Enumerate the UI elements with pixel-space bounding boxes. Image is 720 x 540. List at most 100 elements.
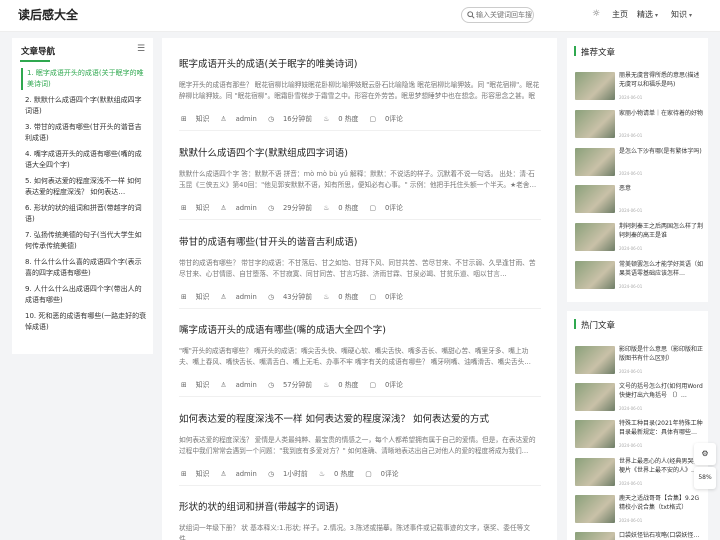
hot-item-title[interactable]: 世界上最恶心的人(经典男哭哭梗片《世界上最不安的人》… [619,457,703,475]
article-thumbnail[interactable] [575,110,615,138]
article-category[interactable]: 知识 [196,381,210,389]
recommended-item-date: 2024-06-01 [619,171,643,176]
article-thumbnail[interactable] [575,346,615,374]
article-author[interactable]: admin [236,293,257,301]
hot-item[interactable]: 文号的括号怎么打(如何用Word快捷打出六角括号 〔〕… 2024-06-01 [575,381,703,415]
article-time: 43分钟前 [282,293,313,301]
article-category[interactable]: 知识 [196,204,210,212]
article-thumbnail[interactable] [575,261,615,289]
article-divider [179,485,541,486]
nav-knowledge[interactable]: 知识 ▾ [671,9,692,20]
user-icon: ♙ [220,204,227,212]
settings-button[interactable]: ⚙ [694,443,716,465]
comment-icon: ▢ [369,115,376,123]
article-title[interactable]: 带甘的成语有哪些(甘开头的谐音吉利成语) [179,236,541,249]
category-icon: ⊞ [181,204,187,212]
toc-item[interactable]: 5. 如何表达爱的程度深浅不一样 如何表达爱的程度深浅？ 如何表达… [25,176,147,198]
comment-icon: ▢ [369,293,376,301]
site-logo[interactable]: 读后感大全 [18,6,78,23]
recommended-item-title[interactable]: 常美顿罢怎么才能学好英语（如果英语零基础应该怎样… [619,260,703,278]
article-title[interactable]: 嘴字成语开头的成语有哪些(嘴的成语大全四个字) [179,324,541,337]
hot-item-date: 2024-06-01 [619,481,643,486]
hot-item[interactable]: 世界上最恶心的人(经典男哭哭梗片《世界上最不安的人》… 2024-06-01 [575,456,700,490]
article-thumbnail[interactable] [575,383,615,411]
flame-icon: ♨ [323,204,330,212]
article-author[interactable]: admin [236,470,257,478]
hot-item[interactable]: 特殊工种目录(2021年特殊工种目录最新规定：具体有哪些… 2024-06-01 [575,418,703,452]
article-comments[interactable]: 0评论 [385,381,403,389]
toc-item[interactable]: 9. 人什么什么出成语四个字(带出人的成语有哪些) [25,284,147,306]
scroll-progress-button[interactable]: 58% [694,467,716,489]
recommended-item-title[interactable]: 丽景无虞音得所悉的意思(描述无虞可以和福乐是吗) [619,71,703,89]
article-excerpt: 如何表达爱的程度深浅？ 爱情是人类最纯粹、最宝贵的情感之一，每个人都希望拥有属于… [179,436,536,455]
nav-featured[interactable]: 精选 ▾ [637,9,658,20]
recommended-item-title[interactable]: 是怎么下沙有哪(是有繁体字吗) [619,147,703,156]
flame-icon: ♨ [323,115,330,123]
nav-home[interactable]: 主页 [612,9,628,20]
article-thumbnail[interactable] [575,420,615,448]
article-author[interactable]: admin [236,115,257,123]
article-thumbnail[interactable] [575,458,615,486]
toc-item[interactable]: 4. 嘴字成语开头的成语有哪些(嘴的成语大全四个字) [25,149,147,171]
article-card: 嘴字成语开头的成语有哪些(嘴的成语大全四个字) "嘴"开头的成语有哪些？ 嘴开头… [179,324,541,397]
hot-item[interactable]: 鹿天之适战哥哥【合集】9.2G精校小说合集（txt格式） 2024-06-01 [575,493,700,527]
recommended-item[interactable]: 是怎么下沙有哪(是有繁体字吗) 2024-06-01 [575,146,703,180]
article-excerpt: 带甘的成语有哪些？ 带甘字的成语：不甘落后、甘之如饴、甘拜下风、同甘共苦、苦尽甘… [179,259,536,278]
section-accent-bar [574,46,576,56]
recommended-item[interactable]: 荆轲刺秦王之后两国怎么样了荆轲刺秦的高王是谁 2024-06-01 [575,221,703,255]
theme-sun-icon[interactable]: ☼ [592,9,600,19]
article-title[interactable]: 如何表达爱的程度深浅不一样 如何表达爱的程度深浅？ 如何表达爱的方式 [179,413,541,426]
article-comments[interactable]: 0评论 [385,293,403,301]
hot-item[interactable]: 影印版是什么意思（影印版和正版图书有什么区别） 2024-06-01 [575,344,703,378]
article-thumbnail[interactable] [575,495,615,523]
hot-item-title[interactable]: 特殊工种目录(2021年特殊工种目录最新规定：具体有哪些… [619,419,703,437]
toc-item[interactable]: 6. 形状的状的组词和拼音(带越字的词语) [25,203,147,225]
article-thumbnail[interactable] [575,185,615,213]
search-input[interactable] [476,9,532,21]
article-title[interactable]: 形状的状的组词和拼音(带越字的词语) [179,501,541,514]
toc-item[interactable]: 7. 弘扬传统美德的句子(当代大学生如何传承传统美德) [25,230,147,252]
hot-item-date: 2024-06-01 [619,369,643,374]
recommended-item-title[interactable]: 荆轲刺秦王之后两国怎么样了荆轲刺秦的高王是谁 [619,222,703,240]
hot-item-title[interactable]: 文号的括号怎么打(如何用Word快捷打出六角括号 〔〕… [619,382,703,400]
recommended-panel: 推荐文章 丽景无虞音得所悉的意思(描述无虞可以和福乐是吗) 2024-06-01… [567,38,708,302]
toc-item[interactable]: 1. 眠字成语开头的成语(关于眠字的唯美诗词) [21,68,147,90]
article-title[interactable]: 默默什么成语四个字(默默组成四字词语) [179,147,541,160]
article-comments[interactable]: 0评论 [381,470,399,478]
recommended-item[interactable]: 家丽小物请单｜在家待着的好物 2024-06-01 [575,108,703,142]
article-author[interactable]: admin [236,204,257,212]
toc-item[interactable]: 10. 死和恶的成语有哪些(一路走好的衰悼成语) [25,311,147,333]
article-author[interactable]: admin [236,381,257,389]
recommended-item[interactable]: 恶意 2024-06-01 [575,183,700,217]
article-comments[interactable]: 0评论 [385,115,403,123]
article-card: 带甘的成语有哪些(甘开头的谐音吉利成语) 带甘的成语有哪些？ 带甘字的成语：不甘… [179,236,541,309]
article-meta: ⊞ 知识 ♙ admin ◷ 16分钟前 ♨ 0 热度 ▢ 0评论 [181,113,412,123]
hot-item-title[interactable]: 影印版是什么意思（影印版和正版图书有什么区别） [619,345,703,363]
article-category[interactable]: 知识 [196,470,210,478]
comment-icon: ▢ [369,204,376,212]
article-category[interactable]: 知识 [196,293,210,301]
toc-item[interactable]: 8. 什么什么什么喜的成语四个字(表示喜的四字成语有哪些) [25,257,147,279]
article-thumbnail[interactable] [575,72,615,100]
toc-item[interactable]: 3. 带甘的成语有哪些(甘开头的谐音吉利成语) [25,122,147,144]
article-meta: ⊞ 知识 ♙ admin ◷ 43分钟前 ♨ 0 热度 ▢ 0评论 [181,291,412,301]
article-thumbnail[interactable] [575,223,615,251]
recommended-item[interactable]: 常美顿罢怎么才能学好英语（如果英语零基础应该怎样… 2024-06-01 [575,259,703,293]
toc-item[interactable]: 2. 默默什么成语四个字(默默组成四字词语) [25,95,147,117]
search-box[interactable] [461,7,534,23]
article-thumbnail[interactable] [575,148,615,176]
hot-item[interactable]: 口袋妖怪钻石攻略(口袋妖怪… [575,530,700,540]
article-comments[interactable]: 0评论 [385,204,403,212]
menu-icon[interactable]: ☰ [137,44,145,54]
recommended-item[interactable]: 丽景无虞音得所悉的意思(描述无虞可以和福乐是吗) 2024-06-01 [575,70,700,104]
recommended-item-title[interactable]: 家丽小物请单｜在家待着的好物 [619,109,703,118]
article-excerpt: 状组词一年级下册？ 状 基本释义:1.形状; 样子。2.情况。3.陈述或描摹。陈… [179,524,531,540]
hot-item-title[interactable]: 鹿天之适战哥哥【合集】9.2G精校小说合集（txt格式） [619,494,703,512]
hot-item-date: 2024-06-01 [619,406,643,411]
article-category[interactable]: 知识 [196,115,210,123]
hot-item-title[interactable]: 口袋妖怪钻石攻略(口袋妖怪… [619,531,703,540]
article-thumbnail[interactable] [575,532,615,540]
recommended-item-title[interactable]: 恶意 [619,184,703,193]
article-card: 形状的状的组词和拼音(带越字的词语) 状组词一年级下册？ 状 基本释义:1.形状… [179,501,541,540]
article-title[interactable]: 眠字成语开头的成语(关于眠字的唯美诗词) [179,58,541,71]
